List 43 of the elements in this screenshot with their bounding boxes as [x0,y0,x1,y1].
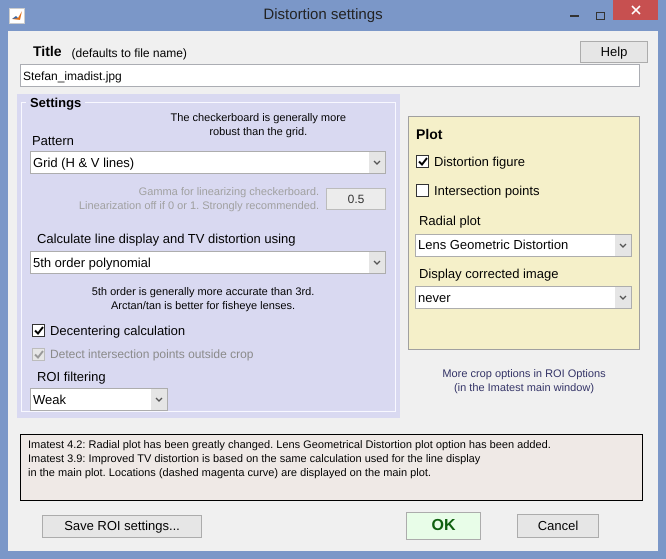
window-title: Distortion settings [262,5,384,26]
checkbox[interactable] [416,184,429,197]
checkbox-label: Decentering calculation [50,322,186,339]
method-label: Calculate line display and TV distortion using [37,231,296,247]
cancel-button[interactable]: Cancel [517,514,599,538]
checkmark-icon [34,350,44,359]
help-button[interactable]: Help [580,41,648,63]
roi-filtering-dropdown[interactable]: Weak [30,388,168,411]
close-button[interactable] [613,0,658,20]
title-hint: (defaults to file name) [72,45,187,62]
roi-filtering-label: ROI filtering [37,369,107,385]
plot-heading: Plot [416,125,444,144]
chevron-down-icon [155,397,163,402]
radial-plot-label: Radial plot [419,212,482,230]
chevron-down-icon [373,160,381,165]
info-box: Imatest 4.2: Radial plot has been greatly changed. Lens Geometrical Distortion plot option has been added. Imatest 3.9: Improved TV distortion is based on the same calculation used for the line display in the main plot. Locations (dashed magenta curve) are displayed on the main plot. [20,434,643,501]
gamma-label: Gamma for linearizing checkerboard. Linearization off if 0 or 1. Strongly recommended. [78,185,319,213]
checkbox-label: Detect intersection points outside crop [50,346,254,363]
pattern-label: Pattern [32,133,74,149]
checkbox-label: Intersection points [434,182,540,199]
method-note: 5th order is generally more accurate than 3rd. Arctan/tan is better for fisheye lenses. [92,285,314,313]
crop-note: More crop options in ROI Options (in the Imatest main window) [441,367,607,395]
checkbox[interactable] [32,324,45,337]
display-corrected-dropdown[interactable]: never [415,286,632,309]
ok-button[interactable]: OK [406,512,481,540]
title-label: Title [33,42,62,61]
save-roi-settings-button[interactable]: Save ROI settings... [42,514,202,538]
checkmark-icon [34,326,44,335]
settings-heading: Settings [26,95,86,111]
checkbox-label: Distortion figure [434,153,526,170]
pattern-note: The checkerboard is generally more robust than the grid. [170,111,346,139]
pattern-dropdown[interactable]: Grid (H & V lines) [30,151,386,174]
display-corrected-label: Display corrected image [419,264,560,283]
checkbox[interactable] [416,155,429,168]
close-icon [630,5,640,15]
method-dropdown[interactable]: 5th order polynomial [30,251,386,274]
chevron-down-icon [619,242,627,248]
chevron-down-icon [373,260,381,265]
title-field[interactable]: Stefan_imadist.jpg [20,64,640,87]
radial-plot-dropdown[interactable]: Lens Geometric Distortion [415,234,632,256]
app-icon [9,8,25,24]
chevron-down-icon [619,295,627,300]
checkmark-icon [418,157,428,166]
